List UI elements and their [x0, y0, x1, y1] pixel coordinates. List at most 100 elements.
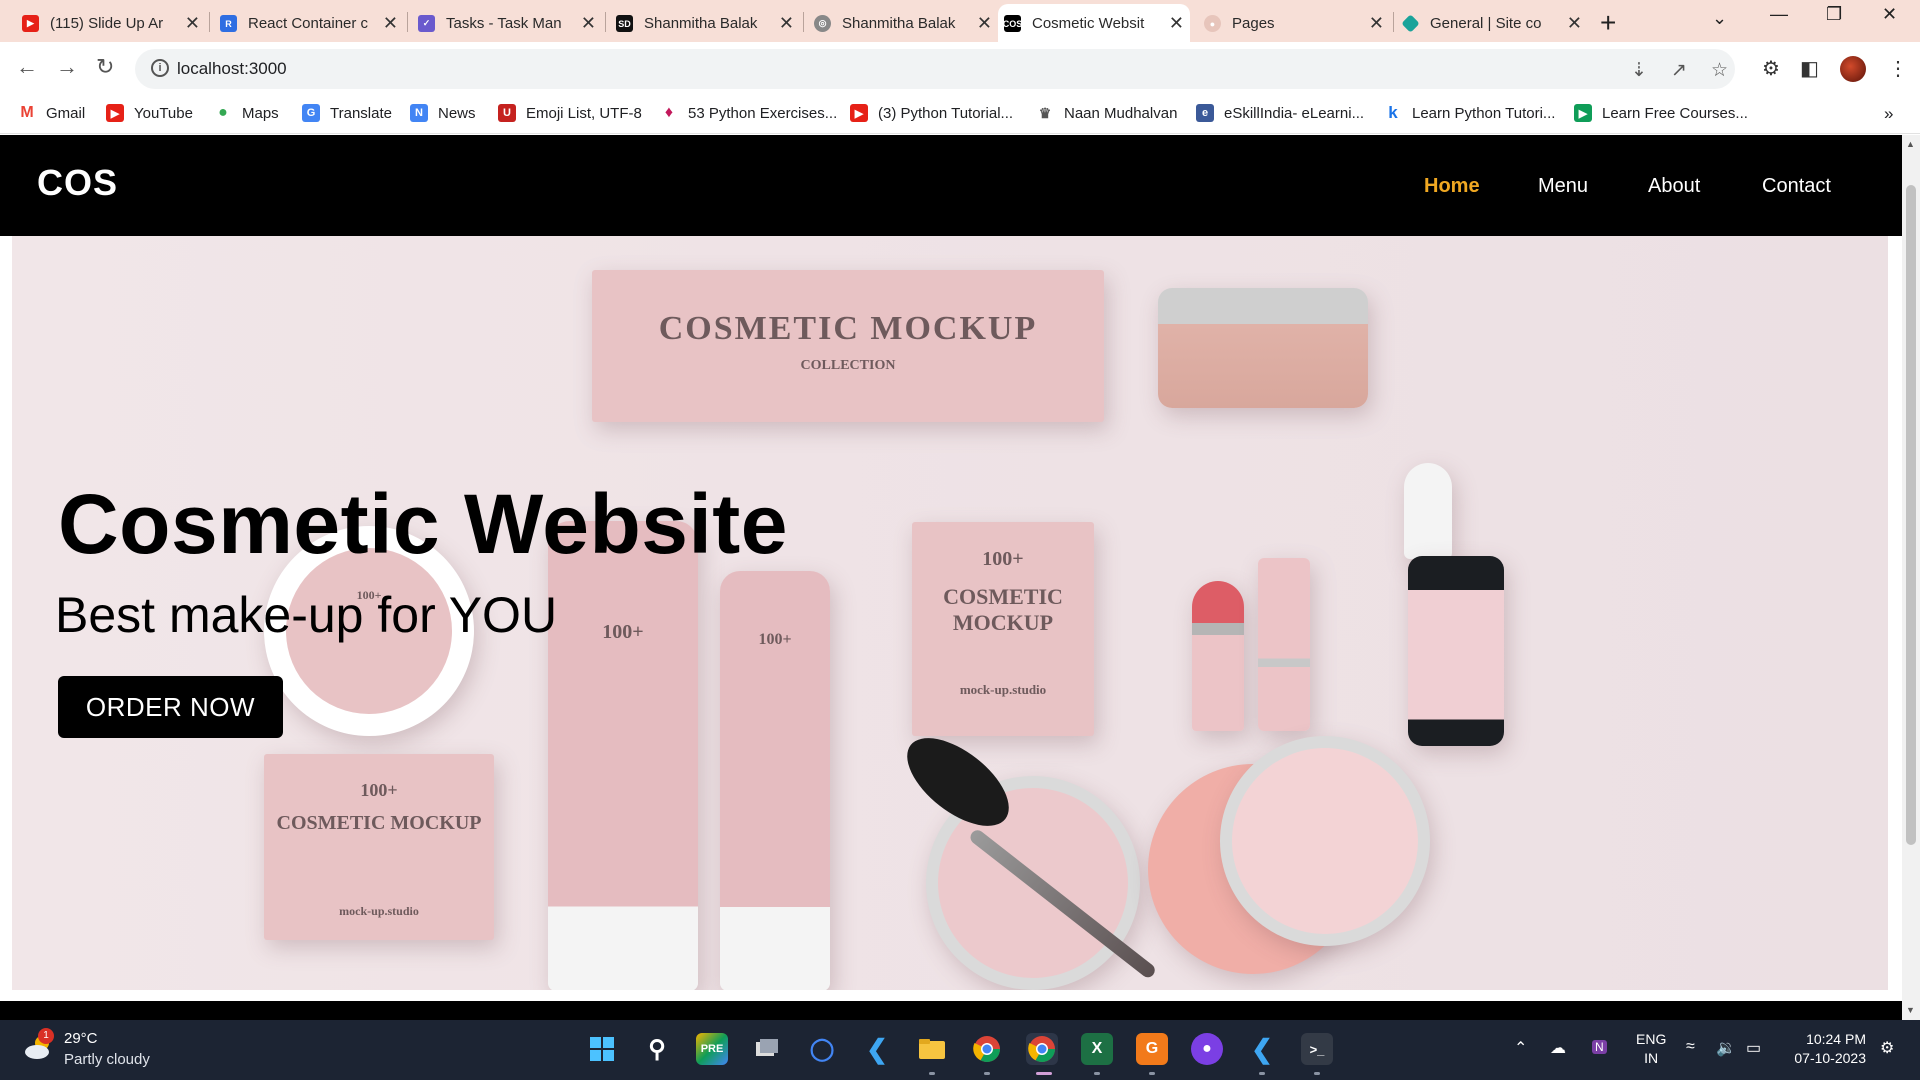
- bookmark-python-exercises[interactable]: ♦ 53 Python Exercises...: [660, 104, 837, 122]
- chrome-profile-icon[interactable]: [1026, 1033, 1058, 1065]
- restore-icon[interactable]: ❐: [1826, 4, 1842, 25]
- bookmark-maps[interactable]: ● Maps: [214, 104, 279, 122]
- github-icon: ●: [1204, 15, 1221, 32]
- close-icon[interactable]: ✕: [977, 14, 992, 32]
- system-clock[interactable]: 10:24 PM 07-10-2023: [1786, 1030, 1866, 1068]
- bookmark-youtube[interactable]: ▶ YouTube: [106, 104, 193, 122]
- tab-react-container[interactable]: R React Container c ✕: [214, 4, 404, 42]
- temperature[interactable]: 29°C: [64, 1030, 98, 1047]
- notifications-icon[interactable]: ⚙: [1880, 1038, 1894, 1058]
- nav-about[interactable]: About: [1648, 175, 1700, 198]
- scroll-down-icon[interactable]: ▼: [1906, 1005, 1915, 1015]
- url-text[interactable]: localhost:3000: [177, 59, 287, 79]
- task-view-icon[interactable]: [751, 1033, 783, 1065]
- tab-youtube-slide-up[interactable]: ▶ (115) Slide Up Ar ✕: [16, 4, 206, 42]
- chevron-up-icon[interactable]: ⌃: [1514, 1038, 1527, 1058]
- youtube-icon: ▶: [106, 104, 124, 122]
- install-icon[interactable]: ⇣: [1631, 59, 1647, 82]
- nav-home[interactable]: Home: [1424, 175, 1480, 198]
- close-icon[interactable]: ✕: [1369, 14, 1384, 32]
- battery-icon[interactable]: ▭: [1746, 1038, 1761, 1058]
- window-close-icon[interactable]: ✕: [1882, 4, 1897, 25]
- site-info-icon[interactable]: i: [151, 59, 169, 77]
- back-icon[interactable]: ←: [16, 54, 38, 80]
- close-icon[interactable]: ✕: [383, 14, 398, 32]
- nav-contact[interactable]: Contact: [1762, 175, 1831, 198]
- running-indicator: [1149, 1072, 1155, 1075]
- reload-icon[interactable]: ↻: [96, 54, 114, 80]
- minimize-icon[interactable]: —: [1770, 4, 1788, 25]
- bookmark-python-tutorial[interactable]: ▶ (3) Python Tutorial...: [850, 104, 1013, 122]
- bookmark-star-icon[interactable]: ☆: [1711, 59, 1728, 82]
- bookmark-translate[interactable]: G Translate: [302, 104, 392, 122]
- task-icon: ✓: [418, 15, 435, 32]
- chrome-icon[interactable]: [971, 1033, 1003, 1065]
- new-tab-icon[interactable]: +: [1600, 7, 1616, 39]
- file-explorer-icon[interactable]: [916, 1033, 948, 1065]
- more-bookmarks-icon[interactable]: »: [1884, 104, 1893, 124]
- react-icon: R: [220, 15, 237, 32]
- app-store-icon[interactable]: ◯: [806, 1033, 838, 1065]
- nav-menu[interactable]: Menu: [1538, 175, 1588, 198]
- running-indicator: [929, 1072, 935, 1075]
- address-bar[interactable]: i localhost:3000 ⇣ ↗ ☆: [135, 49, 1735, 89]
- onedrive-cloud-icon[interactable]: ☁: [1550, 1038, 1566, 1058]
- close-icon[interactable]: ✕: [1169, 14, 1184, 32]
- tab-search-chevron-icon[interactable]: ⌄: [1712, 8, 1727, 29]
- bookmark-naan-mudhalvan[interactable]: ♛ Naan Mudhalvan: [1036, 104, 1178, 122]
- close-icon[interactable]: ✕: [185, 14, 200, 32]
- forward-icon[interactable]: →: [56, 54, 78, 80]
- bookmark-learn-python[interactable]: k Learn Python Tutori...: [1384, 103, 1555, 122]
- share-icon[interactable]: ↗: [1671, 59, 1687, 82]
- product-tube-small: 100+: [720, 571, 830, 990]
- tab-shanmitha-1[interactable]: SD Shanmitha Balak ✕: [610, 4, 800, 42]
- extensions-icon[interactable]: ⚙: [1762, 56, 1780, 81]
- bookmark-learn-free-courses[interactable]: ▶ Learn Free Courses...: [1574, 104, 1748, 122]
- vscode-2-icon[interactable]: ❮: [1246, 1033, 1278, 1065]
- terminal-icon[interactable]: >_: [1301, 1033, 1333, 1065]
- site-logo[interactable]: COS: [37, 162, 118, 204]
- tab-shanmitha-2[interactable]: ◎ Shanmitha Balak ✕: [808, 4, 998, 42]
- emoji-icon: U: [498, 104, 516, 122]
- pdf-reader-icon[interactable]: G: [1136, 1033, 1168, 1065]
- wifi-icon[interactable]: ≈: [1686, 1038, 1695, 1056]
- product-tube-large: 100+: [548, 521, 698, 990]
- menu-kebab-icon[interactable]: ⋮: [1888, 56, 1908, 81]
- scrollbar-thumb[interactable]: [1906, 185, 1916, 845]
- bookmark-emoji-list[interactable]: U Emoji List, UTF-8: [498, 104, 642, 122]
- netlify-icon: [1401, 14, 1420, 33]
- active-indicator: [1036, 1072, 1052, 1075]
- order-now-button[interactable]: ORDER NOW: [58, 676, 283, 738]
- page-viewport: COS Home Menu About Contact COSMETIC MOC…: [0, 135, 1902, 1020]
- bookmark-eskillindia[interactable]: e eSkillIndia- eLearni...: [1196, 104, 1364, 122]
- product-square-box: 100+ COSMETIC MOCKUP mock-up.studio: [264, 754, 494, 940]
- youtube-icon: ▶: [850, 104, 868, 122]
- tab-pages[interactable]: ● Pages ✕: [1198, 4, 1390, 42]
- bookmark-gmail[interactable]: M Gmail: [18, 104, 85, 122]
- tab-cosmetic-website[interactable]: COS Cosmetic Websit ✕: [998, 4, 1190, 42]
- onenote-icon[interactable]: N: [1592, 1040, 1607, 1054]
- hero-subtitle: Best make-up for YOU: [55, 587, 558, 643]
- vertical-scrollbar[interactable]: ▲ ▼: [1902, 135, 1920, 1020]
- scroll-up-icon[interactable]: ▲: [1906, 139, 1915, 149]
- profile-avatar[interactable]: [1840, 56, 1866, 82]
- volume-icon[interactable]: 🔉: [1716, 1038, 1736, 1058]
- maps-icon: ●: [218, 104, 228, 121]
- widgets-app-icon[interactable]: PRE: [696, 1033, 728, 1065]
- search-icon[interactable]: ⚲: [641, 1033, 673, 1065]
- windows-start-icon[interactable]: [586, 1033, 618, 1065]
- vscode-icon[interactable]: ❮: [861, 1033, 893, 1065]
- product-dropper-cap: [1404, 463, 1452, 559]
- close-icon[interactable]: ✕: [779, 14, 794, 32]
- side-panel-icon[interactable]: ◧: [1800, 56, 1819, 81]
- github-desktop-icon[interactable]: ●: [1191, 1033, 1223, 1065]
- weather-condition[interactable]: Partly cloudy: [64, 1051, 150, 1068]
- close-icon[interactable]: ✕: [581, 14, 596, 32]
- tab-general-site[interactable]: General | Site co ✕: [1396, 4, 1588, 42]
- close-icon[interactable]: ✕: [1567, 14, 1582, 32]
- excel-icon[interactable]: X: [1081, 1033, 1113, 1065]
- bookmark-news[interactable]: N News: [410, 104, 476, 122]
- language-indicator[interactable]: ENG IN: [1636, 1030, 1666, 1068]
- sd-icon: SD: [616, 15, 633, 32]
- tab-tasks[interactable]: ✓ Tasks - Task Man ✕: [412, 4, 602, 42]
